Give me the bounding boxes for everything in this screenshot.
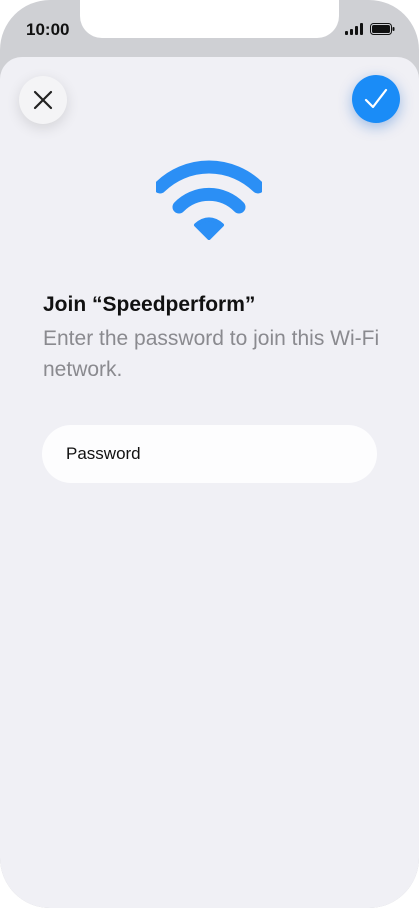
status-time: 10:00 — [26, 20, 70, 39]
close-icon — [33, 90, 53, 110]
cellular-signal-icon — [345, 23, 363, 35]
battery-icon — [370, 23, 395, 35]
notch — [80, 0, 339, 38]
network-title: Join “Speedperform” — [43, 293, 256, 316]
password-field[interactable] — [42, 425, 377, 483]
join-confirm-button[interactable] — [352, 75, 400, 123]
status-icons — [345, 23, 395, 35]
device-screen: 10:00 Join “Speedperform” Enter the pass… — [0, 0, 419, 908]
wifi-icon — [156, 160, 262, 240]
status-bar: 10:00 — [0, 0, 419, 60]
close-button[interactable] — [19, 76, 67, 124]
phone-frame: 10:00 Join “Speedperform” Enter the pass… — [0, 0, 419, 908]
checkmark-icon — [364, 88, 388, 109]
password-input[interactable] — [64, 443, 355, 465]
network-subtitle: Enter the password to join this Wi-Fi ne… — [43, 327, 380, 381]
